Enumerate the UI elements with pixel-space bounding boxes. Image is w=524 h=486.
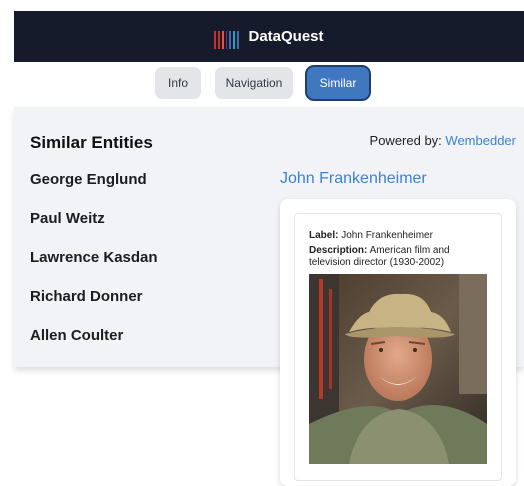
entity-description-line: Description: American film and televisio… [309,245,489,269]
dataquest-logo-icon [214,25,239,49]
powered-by-label: Powered by: [369,133,442,148]
brand-name: DataQuest [248,28,324,45]
wembedder-link[interactable]: Wembedder [445,133,516,148]
entity-tooltip-card: Label: John Frankenheimer Description: A… [280,199,516,486]
list-item[interactable]: Richard Donner [30,288,158,327]
list-item[interactable]: Paul Weitz [30,210,158,249]
list-item[interactable]: Allen Coulter [30,327,158,366]
description-key: Description: [309,245,368,256]
list-item[interactable]: Lawrence Kasdan [30,249,158,288]
powered-by: Powered by: Wembedder [370,133,516,148]
tab-info[interactable]: Info [155,67,201,99]
portrait-photo-image [309,274,487,464]
top-navbar: DataQuest [14,11,524,62]
selected-entity-name[interactable]: John Frankenheimer [280,170,427,188]
entity-label-line: Label: John Frankenheimer [309,230,489,242]
list-item[interactable]: George Englund [30,171,158,210]
panel-title: Similar Entities [30,133,153,152]
brand[interactable]: DataQuest [214,25,324,49]
tab-navigation[interactable]: Navigation [215,67,293,99]
entity-list: George Englund Paul Weitz Lawrence Kasda… [30,171,158,366]
entity-photo [309,274,487,464]
tab-bar: Info Navigation Similar [0,67,524,101]
tab-similar[interactable]: Similar [307,67,369,99]
label-value: John Frankenheimer [341,230,433,241]
label-key: Label: [309,230,339,241]
entity-card-inner: Label: John Frankenheimer Description: A… [294,213,502,481]
